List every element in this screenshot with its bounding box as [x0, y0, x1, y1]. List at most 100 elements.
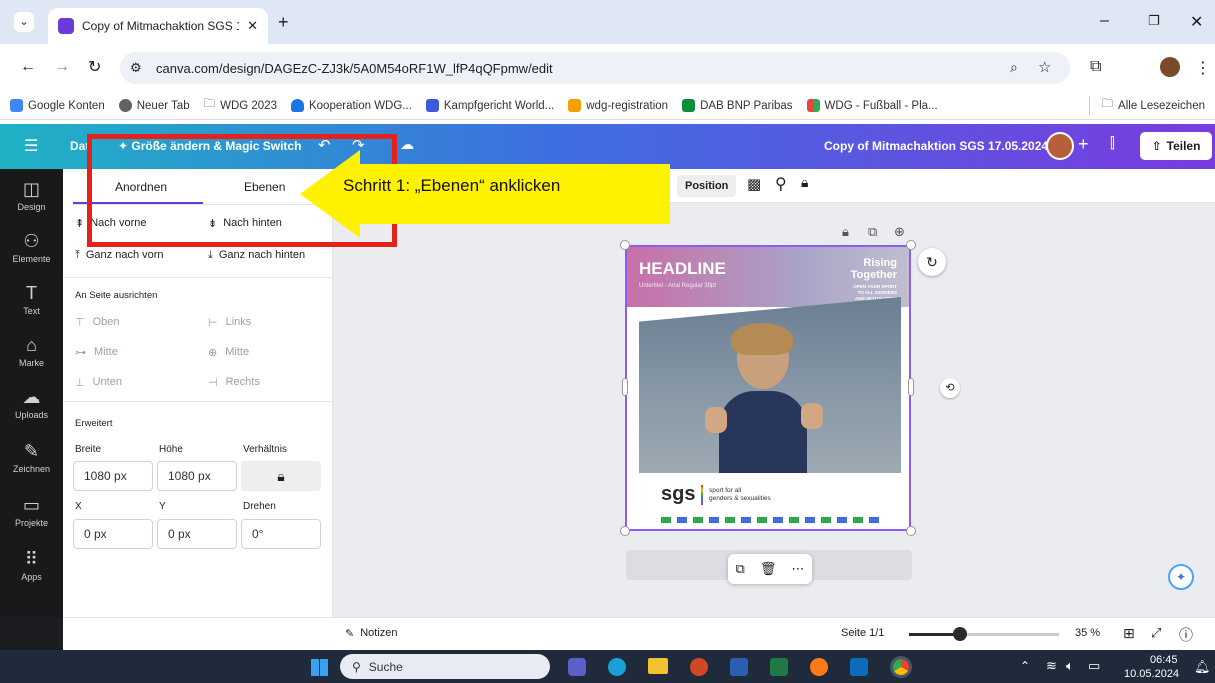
user-avatar[interactable]	[1046, 132, 1074, 160]
address-bar[interactable]: ⚙ canva.com/design/DAGEzC-ZJ3k/5A0M54oRF…	[120, 52, 1070, 84]
volume-icon[interactable]: 🔈︎	[1066, 658, 1074, 674]
forward-icon[interactable]: →	[54, 58, 70, 76]
zoom-icon[interactable]: ⌕	[1010, 59, 1018, 76]
extensions-icon[interactable]: ⧉	[1090, 58, 1101, 76]
help-icon[interactable]: ⓘ	[1179, 625, 1193, 645]
back-icon[interactable]: ←	[20, 58, 36, 76]
rail-item-draw[interactable]: ✎ Zeichnen	[0, 441, 63, 474]
battery-icon[interactable]: ▭	[1088, 658, 1100, 674]
tab-list-chevron-icon[interactable]: ⌄	[14, 12, 34, 32]
share-button[interactable]: ⇧ Teilen	[1140, 132, 1212, 160]
resize-handle[interactable]	[906, 526, 916, 536]
align-bottom-button[interactable]: ⊥ Unten	[75, 376, 122, 389]
y-field[interactable]: 0 px	[157, 519, 237, 549]
page-indicator[interactable]: Seite 1/1	[841, 627, 884, 639]
rail-item-brand[interactable]: ⌂ Marke	[0, 335, 63, 368]
duplicate-page-icon[interactable]: ⧉	[736, 561, 745, 577]
minimize-icon[interactable]: –	[1100, 12, 1109, 30]
x-field[interactable]: 0 px	[73, 519, 153, 549]
edge-icon[interactable]	[608, 658, 626, 676]
resize-handle[interactable]	[908, 378, 914, 396]
zoom-value[interactable]: 35 %	[1075, 627, 1100, 639]
document-title[interactable]: Copy of Mitmachaktion SGS 17.05.2024	[824, 139, 1048, 153]
delete-page-icon[interactable]: 🗑︎	[760, 561, 777, 577]
resize-handle[interactable]	[620, 526, 630, 536]
lock-icon[interactable]: 🔒︎	[801, 174, 808, 191]
rail-item-projects[interactable]: ▭ Projekte	[0, 495, 63, 528]
taskbar-search[interactable]: ⚲ Suche	[340, 654, 550, 679]
explorer-icon[interactable]	[648, 658, 668, 674]
new-tab-button[interactable]: +	[278, 13, 289, 31]
firefox-icon[interactable]	[810, 658, 828, 676]
rotate-handle-icon[interactable]: ⟲	[940, 378, 960, 398]
close-window-icon[interactable]: ✕	[1190, 12, 1203, 32]
rail-item-uploads[interactable]: ☁ Uploads	[0, 387, 63, 420]
rail-item-elements[interactable]: ⚇ Elemente	[0, 231, 63, 264]
bookmark-item[interactable]: DAB BNP Paribas	[682, 99, 793, 112]
menu-icon[interactable]: ☰	[24, 136, 38, 156]
browser-menu-icon[interactable]: ⋮	[1195, 58, 1211, 78]
width-field[interactable]: 1080 px	[73, 461, 153, 491]
lock-icon: 🔒︎	[277, 468, 285, 484]
powerpoint-icon[interactable]	[690, 658, 708, 676]
lock-ratio-button[interactable]: 🔒︎	[241, 461, 321, 491]
site-settings-icon[interactable]: ⚙	[130, 60, 142, 76]
clock-time[interactable]: 06:45	[1150, 654, 1178, 666]
poster-duplicate-icon[interactable]: ⧉	[868, 224, 877, 240]
notes-button[interactable]: ✎ Notizen	[345, 627, 398, 640]
height-field[interactable]: 1080 px	[157, 461, 237, 491]
bookmark-item[interactable]: WDG - Fußball - Pla...	[806, 99, 938, 112]
bookmark-item[interactable]: 🗀 WDG 2023	[204, 96, 277, 115]
align-center-button[interactable]: ⊕ Mitte	[208, 346, 249, 359]
poster-lock-icon[interactable]: 🔒︎	[842, 224, 849, 240]
bookmark-star-icon[interactable]: ☆	[1038, 58, 1051, 76]
resize-handle[interactable]	[620, 240, 630, 250]
rail-item-design[interactable]: ◫ Design	[0, 179, 63, 212]
fullscreen-icon[interactable]: ⤢	[1151, 625, 1161, 641]
windows-start-icon[interactable]	[311, 659, 328, 676]
resize-handle[interactable]	[906, 240, 916, 250]
align-top-button[interactable]: ⊤ Oben	[75, 316, 120, 329]
position-button[interactable]: Position	[677, 175, 737, 197]
poster-add-page-icon[interactable]: ⊕	[894, 224, 905, 240]
align-left-button[interactable]: ⊢ Links	[208, 316, 251, 329]
all-bookmarks[interactable]: 🗀 Alle Lesezeichen	[1088, 96, 1215, 115]
add-collaborator-icon[interactable]: +	[1078, 134, 1089, 155]
bookmark-item[interactable]: Kooperation WDG...	[290, 99, 412, 112]
profile-avatar[interactable]	[1160, 57, 1180, 77]
insights-icon[interactable]: ⫿	[1110, 135, 1115, 152]
notifications-icon[interactable]: 🔔︎	[1194, 659, 1211, 675]
grid-view-icon[interactable]: ⊞	[1123, 625, 1135, 642]
restore-icon[interactable]: ❐	[1148, 13, 1160, 29]
tray-chevron-icon[interactable]: ⌃	[1020, 659, 1030, 673]
align-right-button[interactable]: ⊣ Rechts	[208, 376, 260, 389]
bookmark-item[interactable]: Kampfgericht World...	[425, 99, 554, 112]
paint-format-icon[interactable]: ⚲	[775, 174, 787, 194]
bookmark-item[interactable]: wdg-registration	[568, 99, 668, 112]
send-to-back-button[interactable]: ⤓ Ganz nach hinten	[208, 249, 305, 262]
rotate-refresh-button[interactable]: ↻	[918, 248, 946, 276]
bookmark-item[interactable]: Neuer Tab	[118, 99, 190, 112]
outlook-icon[interactable]	[850, 658, 868, 676]
rotate-field[interactable]: 0°	[241, 519, 321, 549]
close-tab-icon[interactable]: ✕	[247, 18, 258, 34]
word-icon[interactable]	[730, 658, 748, 676]
excel-icon[interactable]	[770, 658, 788, 676]
rail-item-text[interactable]: T Text	[0, 283, 63, 316]
magic-assistant-button[interactable]: ✦	[1168, 564, 1194, 590]
transparency-icon[interactable]: ▩	[747, 175, 761, 193]
chrome-icon[interactable]	[890, 656, 912, 678]
clock-date[interactable]: 10.05.2024	[1124, 668, 1179, 680]
bring-to-front-button[interactable]: ⤒ Ganz nach vorn	[75, 249, 164, 262]
resize-handle[interactable]	[622, 378, 628, 396]
reload-icon[interactable]: ↻	[88, 57, 101, 77]
zoom-slider-thumb[interactable]	[953, 627, 967, 641]
wifi-icon[interactable]: ≋	[1046, 658, 1057, 674]
more-options-icon[interactable]: ⋯	[791, 561, 804, 577]
poster-design[interactable]: HEADLINE Untertitel - Arial Regular 30pt…	[625, 245, 911, 531]
teams-icon[interactable]	[568, 658, 586, 676]
align-middle-button[interactable]: ⊶ Mitte	[75, 346, 118, 359]
rail-item-apps[interactable]: ⠿ Apps	[0, 549, 63, 582]
bookmark-item[interactable]: Google Konten	[10, 99, 105, 112]
browser-tab[interactable]: Copy of Mitmachaktion SGS 17 ✕	[48, 8, 268, 44]
